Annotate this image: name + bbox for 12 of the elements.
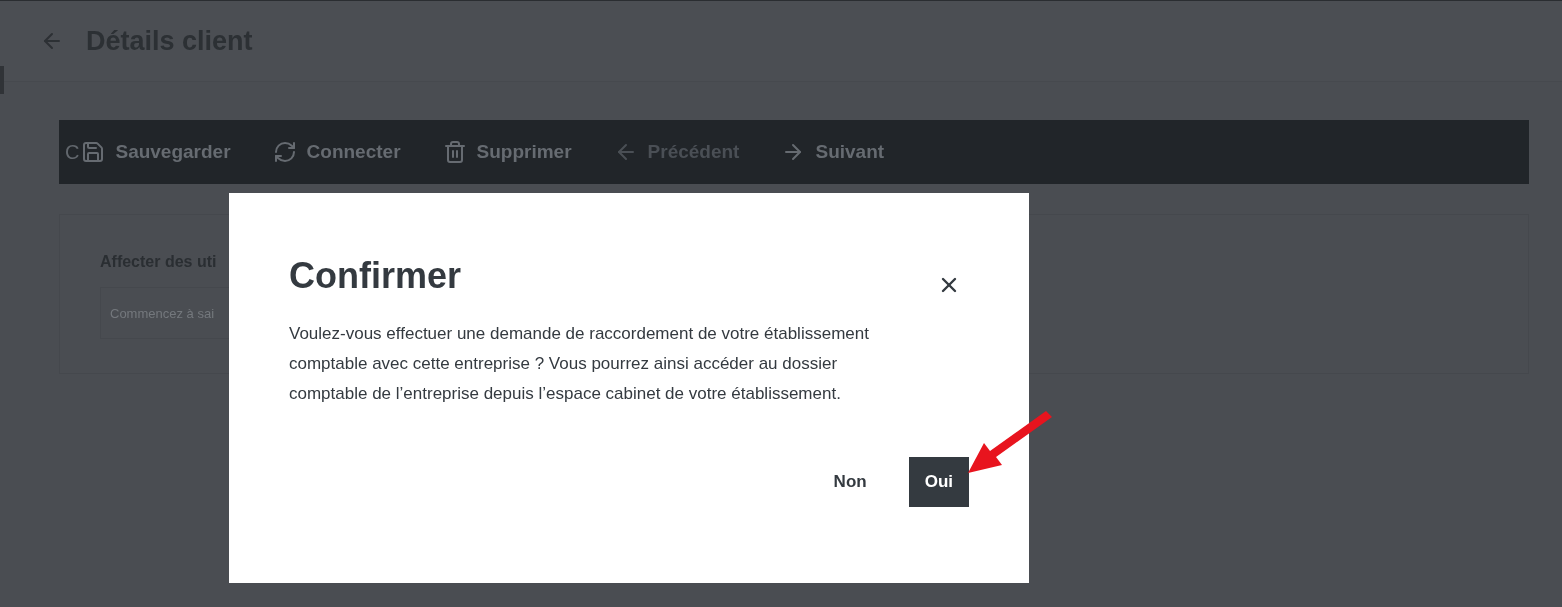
toolbar-button[interactable]: Connecter xyxy=(272,140,443,164)
toolbar-button[interactable]: Supprimer xyxy=(442,140,614,164)
confirm-button[interactable]: Oui xyxy=(908,457,969,507)
toolbar-text: C xyxy=(65,140,80,164)
toolbar-button[interactable]: Sauvegarder xyxy=(79,140,273,164)
dialog-title: Confirmer xyxy=(289,255,462,297)
save-icon xyxy=(81,140,106,164)
dialog-message: Voulez-vous effectuer une demande de raccordement de votre établissement comptable avec cette entreprise ? Vous pourrez ainsi accéder au dossier comptable de l’entreprise depuis l’espace cabinet de votre établissement. xyxy=(289,323,870,405)
trash-icon xyxy=(442,140,467,164)
refresh-icon xyxy=(272,140,297,164)
toolbar-button[interactable]: Suivant xyxy=(781,140,927,164)
cancel-button[interactable]: Non xyxy=(817,457,883,507)
